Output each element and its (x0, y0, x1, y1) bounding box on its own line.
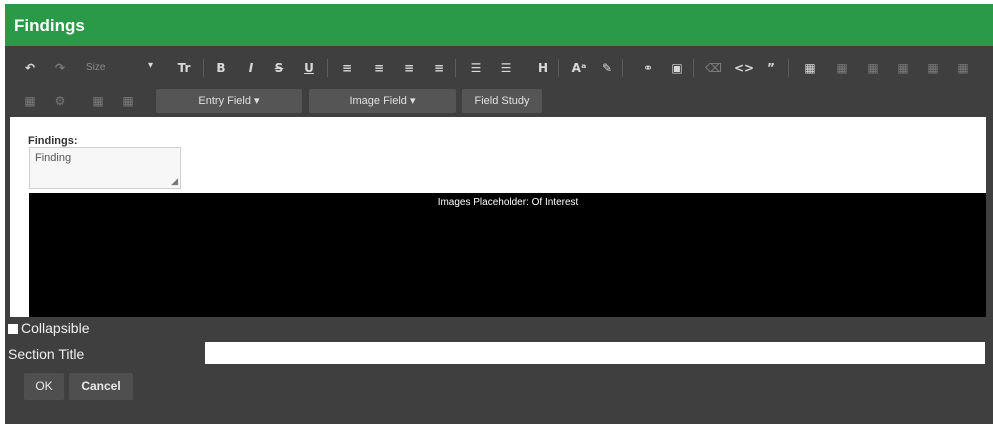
text-type-icon[interactable]: Tr (174, 60, 194, 76)
image-field-label: Image Field (349, 95, 407, 107)
images-placeholder: Images Placeholder: Of Interest (29, 193, 986, 317)
toolbar-divider (455, 59, 456, 77)
table-insert-icon[interactable]: ▦ (803, 60, 817, 76)
collapsible-option[interactable]: Collapsible (8, 320, 89, 336)
cancel-button[interactable]: Cancel (69, 373, 133, 400)
chevron-down-icon[interactable]: ▾ (148, 60, 153, 71)
toolbar-divider (203, 59, 204, 77)
align-center-icon[interactable]: ≡ (372, 60, 386, 76)
collapsible-checkbox[interactable] (8, 324, 18, 334)
findings-textarea[interactable]: Finding ◢ (29, 147, 181, 189)
eraser-icon[interactable]: ⌫ (705, 60, 722, 76)
table-column-add-icon[interactable]: ▦ (121, 93, 135, 109)
code-icon[interactable]: <> (734, 60, 754, 76)
findings-label: Findings: (28, 135, 78, 147)
table-column-icon[interactable]: ▦ (866, 60, 880, 76)
table-settings-icon[interactable]: ⚙ (53, 93, 67, 109)
chevron-down-icon: ▾ (410, 95, 416, 107)
ok-button[interactable]: OK (24, 373, 64, 400)
image-icon[interactable]: ▣ (670, 60, 684, 76)
strikethrough-icon[interactable]: S (272, 60, 286, 76)
redo-icon[interactable]: ↷ (53, 60, 67, 76)
section-title-input[interactable] (205, 342, 985, 364)
heading-icon[interactable]: H (536, 60, 550, 76)
align-justify-icon[interactable]: ≡ (432, 60, 446, 76)
editor-content-area[interactable]: Findings: Finding ◢ Images Placeholder: … (10, 117, 986, 317)
table-cell-icon[interactable]: ▦ (23, 93, 37, 109)
table-split-icon[interactable]: ▦ (956, 60, 970, 76)
toolbar-divider (622, 59, 623, 77)
highlighter-icon[interactable]: ✎ (600, 60, 614, 76)
font-size-select[interactable]: Size (86, 62, 105, 73)
image-field-dropdown[interactable]: Image Field ▾ (309, 89, 456, 113)
dialog-title: Findings (14, 16, 85, 35)
align-right-icon[interactable]: ≡ (402, 60, 416, 76)
section-title-label: Section Title (8, 346, 85, 362)
toolbar-divider (558, 59, 559, 77)
toolbar-divider (693, 59, 694, 77)
dialog-title-bar: Findings (5, 4, 993, 46)
font-color-icon[interactable]: Aᵃ (570, 60, 588, 76)
field-study-button[interactable]: Field Study (462, 89, 542, 113)
table-delete-icon[interactable]: ▦ (926, 60, 940, 76)
italic-icon[interactable]: I (244, 60, 258, 76)
entry-field-dropdown[interactable]: Entry Field ▾ (156, 89, 302, 113)
quote-icon[interactable]: ” (764, 60, 778, 76)
numbered-list-icon[interactable]: ☰ (499, 60, 513, 76)
table-merge-icon[interactable]: ▦ (896, 60, 910, 76)
undo-icon[interactable]: ↶ (23, 60, 37, 76)
toolbar-divider (327, 59, 328, 77)
align-left-icon[interactable]: ≡ (340, 60, 354, 76)
findings-value: Finding (35, 152, 72, 164)
bold-icon[interactable]: B (214, 60, 228, 76)
link-icon[interactable]: ⚭ (641, 60, 655, 76)
table-row-add-icon[interactable]: ▦ (91, 93, 105, 109)
bulleted-list-icon[interactable]: ☰ (469, 60, 483, 76)
chevron-down-icon: ▾ (254, 95, 260, 107)
entry-field-label: Entry Field (198, 95, 251, 107)
underline-icon[interactable]: U (302, 60, 316, 76)
toolbar-divider (788, 59, 789, 77)
resize-handle-icon[interactable]: ◢ (171, 176, 178, 187)
images-placeholder-label: Images Placeholder: Of Interest (437, 197, 579, 208)
collapsible-label: Collapsible (21, 320, 90, 336)
table-row-icon[interactable]: ▦ (835, 60, 849, 76)
